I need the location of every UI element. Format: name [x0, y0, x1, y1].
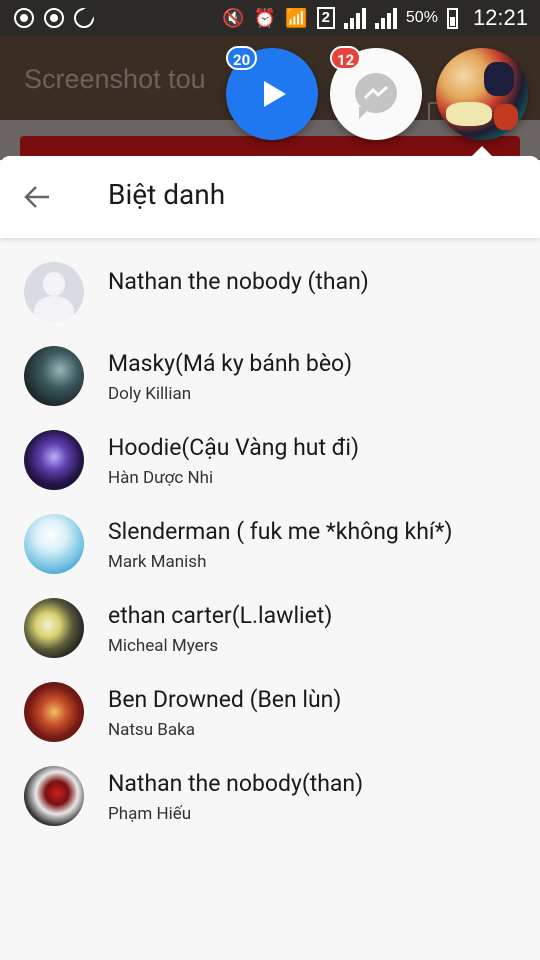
- messenger-icon: [355, 73, 397, 119]
- member-name: Doly Killian: [108, 384, 192, 404]
- avatar: [24, 682, 84, 742]
- avatar: [24, 346, 84, 406]
- background-app-title: Screenshot tou: [24, 64, 206, 94]
- list-item[interactable]: ethan carter(L.lawliet) Micheal Myers: [0, 586, 540, 670]
- member-name: Micheal Myers: [108, 636, 219, 656]
- list-item[interactable]: Nathan the nobody (than): [0, 250, 540, 334]
- sim-slot-indicator: 2: [316, 7, 335, 29]
- nickname: Slenderman ( fuk me *không khí*): [108, 518, 453, 545]
- list-item[interactable]: Hoodie(Cậu Vàng hut đi) Hàn Dược Nhi: [0, 418, 540, 502]
- moon-icon: [74, 8, 94, 28]
- nickname: Nathan the nobody(than): [108, 770, 364, 797]
- back-arrow-icon[interactable]: [24, 185, 50, 209]
- panel-pointer: [472, 146, 492, 156]
- group-chat-head-avatar[interactable]: [436, 48, 528, 140]
- battery-percent: 50%: [405, 9, 438, 26]
- nickname: Hoodie(Cậu Vàng hut đi): [108, 434, 360, 461]
- wifi-icon: 📶: [285, 8, 308, 28]
- member-name: Natsu Baka: [108, 720, 196, 740]
- signal-icon: [343, 7, 366, 29]
- panel-header: Biệt danh: [0, 156, 540, 238]
- play-icon: [264, 81, 286, 107]
- play-chat-head-badge: 20: [226, 46, 258, 70]
- avatar: [24, 430, 84, 490]
- nickname: Masky(Má ky bánh bèo): [108, 350, 353, 377]
- member-name: Phạm Hiếu: [108, 804, 192, 824]
- aperture-icon: [14, 8, 34, 28]
- nickname: Nathan the nobody (than): [108, 268, 369, 295]
- avatar: [24, 598, 84, 658]
- alarm-icon: ⏰: [253, 8, 277, 28]
- panel-title: Biệt danh: [108, 178, 226, 211]
- list-item[interactable]: Masky(Má ky bánh bèo) Doly Killian: [0, 334, 540, 418]
- battery-icon: [446, 7, 458, 29]
- aperture-icon: [44, 8, 64, 28]
- nickname: Ben Drowned (Ben lùn): [108, 686, 342, 713]
- avatar: [24, 766, 84, 826]
- mute-icon: 🔇: [222, 8, 245, 28]
- avatar: [24, 262, 84, 322]
- status-bar: 🔇 ⏰ 📶 2 50% 12:21: [0, 0, 540, 36]
- clock: 12:21: [472, 5, 528, 30]
- list-item[interactable]: Ben Drowned (Ben lùn) Natsu Baka: [0, 670, 540, 754]
- member-name: Hàn Dược Nhi: [108, 468, 214, 488]
- list-item[interactable]: Slenderman ( fuk me *không khí*) Mark Ma…: [0, 502, 540, 586]
- avatar: [24, 514, 84, 574]
- list-item[interactable]: Nathan the nobody(than) Phạm Hiếu: [0, 754, 540, 838]
- signal-icon: [374, 7, 397, 29]
- nicknames-panel: Biệt danh Nathan the nobody (than) Masky…: [0, 156, 540, 960]
- nickname: ethan carter(L.lawliet): [108, 602, 333, 629]
- messenger-chat-head-badge: 12: [330, 46, 362, 70]
- member-name: Mark Manish: [108, 552, 207, 572]
